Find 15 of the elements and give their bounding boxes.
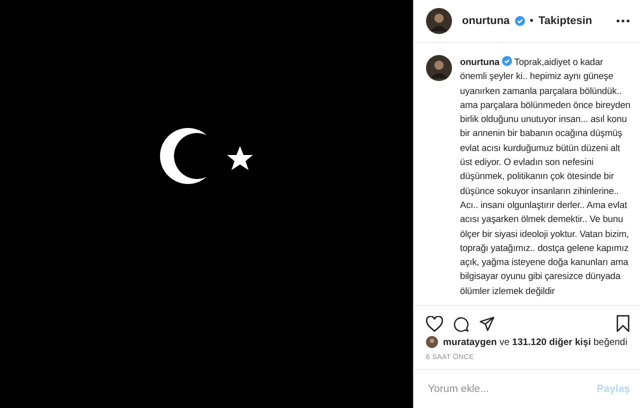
username-link[interactable]: onurtuna [462, 15, 510, 27]
heart-icon[interactable] [426, 316, 443, 332]
bookmark-icon[interactable] [616, 315, 630, 332]
separator-dot: • [530, 15, 534, 27]
avatar[interactable] [426, 55, 452, 81]
send-icon[interactable] [479, 316, 495, 332]
caption-text: onurtuna Toprak,aidiyet o kadar önemli şeyler ki.. hepimiz aynı güneşe uyanırken zamanla parçalara bölündük.. ama parçalara bölünmeden önce bireyden birlik olduğunu unutuyor insan... asıl konu bir annenin bir babanın ocağına düşmüş evlat acısı kurduğumuz bütün düzeni alt üst ediyor. O evladın son nefesini düşünmek, politikanın çok ötesinde bir düşünce sokuyor insanların zihinlerine.. Acı.. insanı olgunlaştırır derler.. Ama evlat acısı yaşarken ölmek demektir.. Ve bunu ölçer bir siyasi ideoloji yoktur. Vatan bizim, toprağı yatağımız.. dostça gelene kapımız açık, yağma isteyene doğa kanunları ama bilgisayar oyunu gibi çaresizce dünyada ölümler izlemek değildir [460, 55, 632, 298]
avatar[interactable] [426, 336, 438, 348]
follow-status[interactable]: Takiptesin [538, 15, 592, 27]
verified-icon [514, 16, 525, 26]
likes-text: murataygen ve 131.120 diğer kişi beğendi [443, 336, 628, 348]
verified-icon [502, 56, 512, 66]
more-icon[interactable] [616, 19, 630, 23]
avatar[interactable] [426, 8, 452, 34]
comment-icon[interactable] [453, 316, 469, 332]
